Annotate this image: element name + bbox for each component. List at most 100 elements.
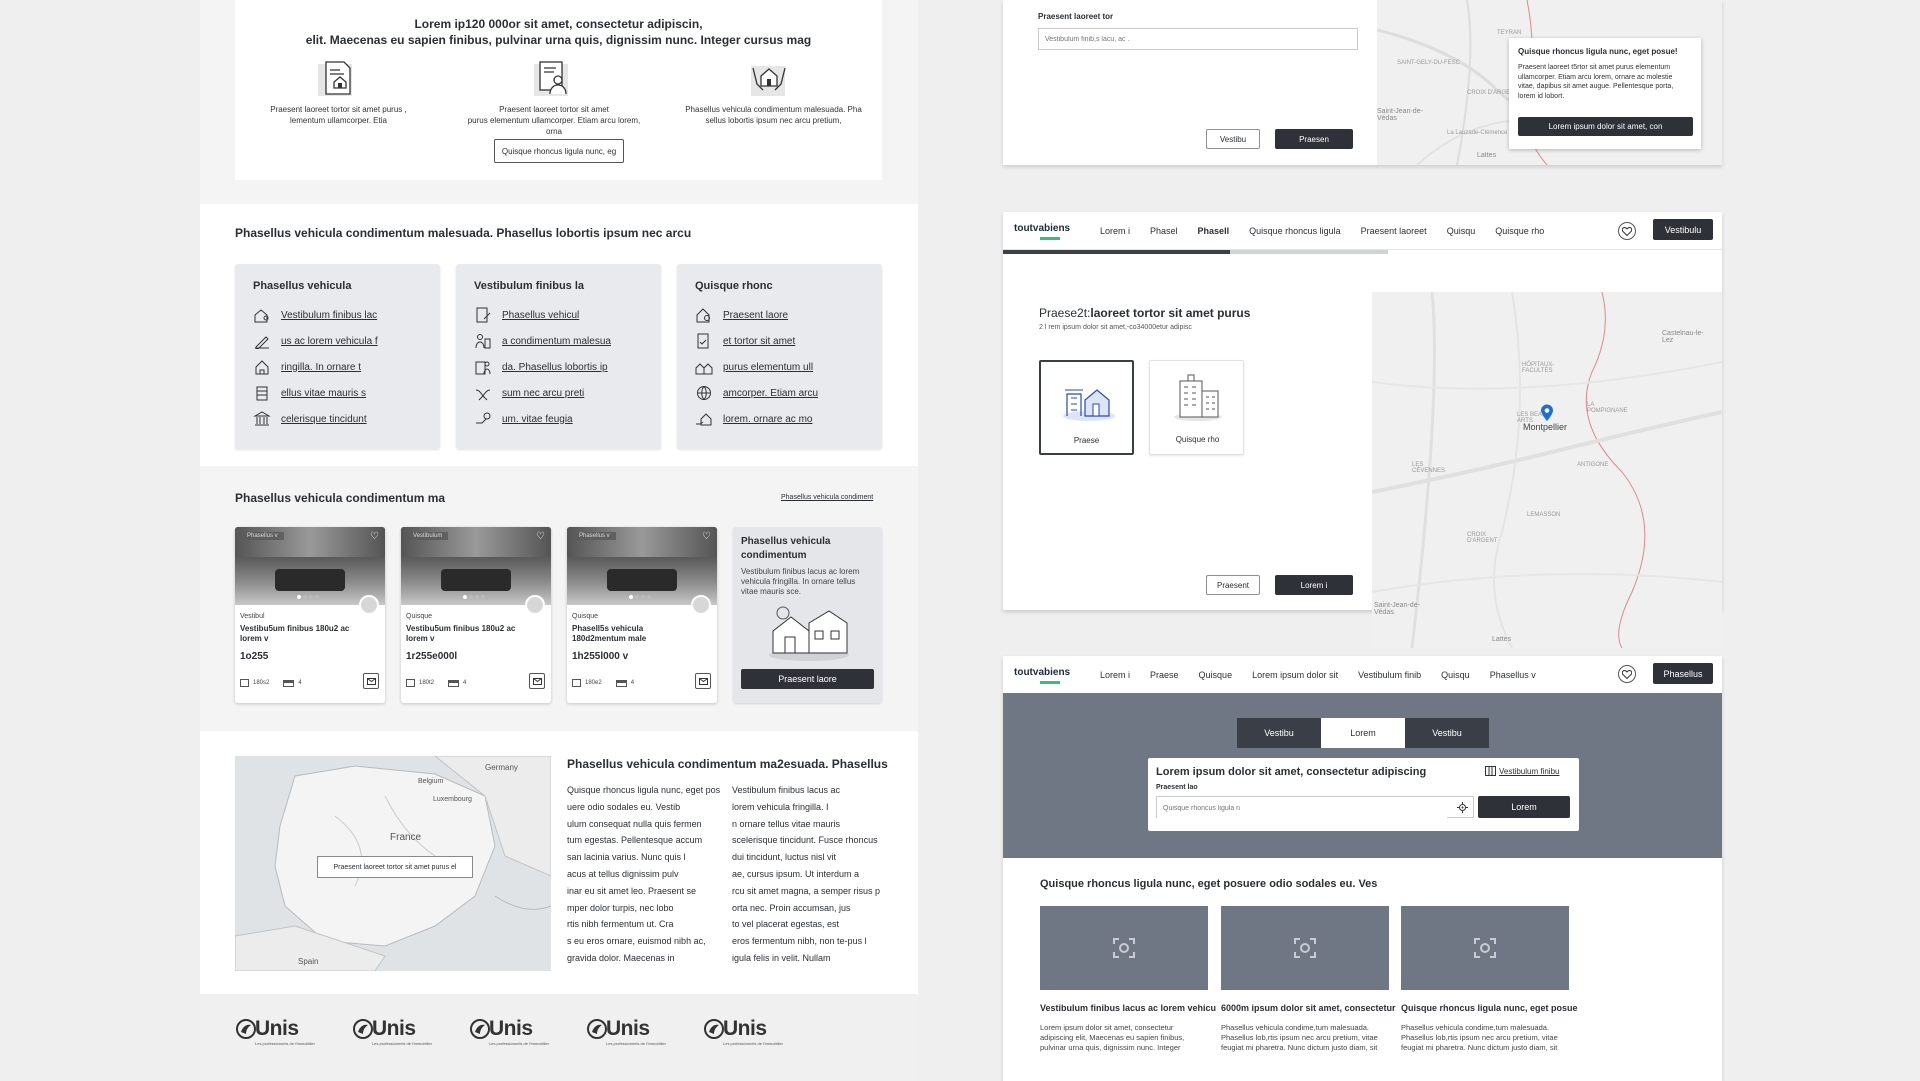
nav-item[interactable]: Lorem i bbox=[1100, 670, 1130, 680]
category-link[interactable]: celerisque tincidunt bbox=[253, 406, 378, 432]
listings-see-all-link[interactable]: Phasellus vehicula condiment bbox=[781, 494, 873, 501]
carousel-dot[interactable] bbox=[635, 595, 639, 599]
favorites-heart-icon[interactable] bbox=[1618, 222, 1636, 240]
category-link[interactable]: purus elementum ull bbox=[695, 354, 818, 380]
property-photo[interactable]: Phasellus v ♡ bbox=[567, 527, 717, 605]
carousel-dot[interactable] bbox=[315, 595, 319, 599]
top-form-map[interactable]: SAINT-GELY-DU-FESC TEYRAN CROIX D'ARGENT… bbox=[1377, 0, 1722, 165]
category-link[interactable]: sum nec arcu preti bbox=[474, 380, 611, 406]
map-text-col2: Vestibulum finibus lacus ac lorem vehicu… bbox=[732, 782, 902, 967]
nav-cta-button[interactable]: Phasellus bbox=[1653, 663, 1713, 684]
top-form-input[interactable] bbox=[1038, 28, 1358, 50]
carousel-dot[interactable] bbox=[303, 595, 307, 599]
category-link[interactable]: et tortor sit amet bbox=[695, 328, 818, 354]
contact-mail-icon[interactable] bbox=[363, 673, 379, 689]
promo-button[interactable]: Praesent laore bbox=[741, 669, 874, 689]
property-photo[interactable]: Vestibulum ♡ bbox=[401, 527, 551, 605]
property-card[interactable]: Phasellus v ♡ Vestibul Vestibu5um finibus 1… bbox=[235, 527, 385, 703]
favorite-heart-icon[interactable]: ♡ bbox=[370, 531, 379, 542]
pen-icon bbox=[255, 336, 269, 349]
nav-item[interactable]: Lorem i bbox=[1100, 226, 1130, 236]
nav-item[interactable]: Praesent laoreet bbox=[1361, 226, 1427, 236]
category-link[interactable]: ringilla. In ornare t bbox=[253, 354, 378, 380]
category-link[interactable]: um. vitae feugia bbox=[474, 406, 611, 432]
search-tab[interactable]: Vestibu bbox=[1405, 718, 1489, 748]
carousel-dot[interactable] bbox=[297, 595, 301, 599]
search-input[interactable] bbox=[1157, 798, 1447, 819]
carousel-dot[interactable] bbox=[309, 595, 313, 599]
category-link[interactable]: us ac lorem vehicula f bbox=[253, 328, 378, 354]
map-label: LA POMPIGNANE bbox=[1587, 402, 1628, 414]
contact-mail-icon[interactable] bbox=[529, 673, 545, 689]
article-card[interactable]: Vestibulum finibus lacus ac lorem vehicu… bbox=[1040, 906, 1216, 1081]
nav-item[interactable]: Quisque rho bbox=[1495, 226, 1544, 236]
nav-item[interactable]: Phasell bbox=[1198, 226, 1230, 236]
popup-button[interactable]: Lorem ipsum dolor sit amet, con bbox=[1518, 117, 1693, 136]
carousel-dot[interactable] bbox=[469, 595, 473, 599]
locate-icon[interactable] bbox=[1457, 802, 1468, 813]
category-card-1-title: Phasellus vehicula bbox=[253, 280, 352, 292]
step-back-button[interactable]: Praesent bbox=[1206, 575, 1260, 595]
nav-item[interactable]: Praese bbox=[1150, 670, 1179, 680]
article-card[interactable]: Quisque rhoncus ligula nunc, eget posue P… bbox=[1401, 906, 1578, 1081]
carousel-dot[interactable] bbox=[475, 595, 479, 599]
carousel-dots[interactable] bbox=[297, 595, 319, 599]
paragraph-line: orta nec. Proin accumsan, jus bbox=[732, 902, 851, 913]
category-link[interactable]: Praesent laore bbox=[695, 302, 818, 328]
search-tab[interactable]: Lorem bbox=[1321, 718, 1405, 748]
property-card[interactable]: Vestibulum ♡ Quisque Vestibu5um finibus 180… bbox=[401, 527, 551, 703]
option-card-apartment[interactable]: Quisque rho bbox=[1149, 360, 1244, 455]
contact-mail-icon[interactable] bbox=[695, 673, 711, 689]
property-card[interactable]: Phasellus v ♡ Quisque Phasell5s vehicula 180… bbox=[567, 527, 717, 703]
top-form-primary-button[interactable]: Praesen bbox=[1275, 129, 1353, 149]
carousel-dot[interactable] bbox=[641, 595, 645, 599]
nav-item[interactable]: Quisqu bbox=[1447, 226, 1476, 236]
carousel-dot[interactable] bbox=[629, 595, 633, 599]
nav-item[interactable]: Quisque bbox=[1199, 670, 1233, 680]
features-cta-button[interactable]: Quisque rhoncus ligula nunc, eg bbox=[494, 139, 624, 163]
favorite-heart-icon[interactable]: ♡ bbox=[702, 531, 711, 542]
option-card-house[interactable]: Praese bbox=[1039, 360, 1134, 455]
nav-item[interactable]: Phasel bbox=[1150, 226, 1178, 236]
brand-logo[interactable]: toutvabiens bbox=[1014, 223, 1070, 240]
carousel-dots[interactable] bbox=[629, 595, 651, 599]
search-submit-button[interactable]: Lorem bbox=[1478, 796, 1570, 818]
search-tab[interactable]: Vestibu bbox=[1237, 718, 1321, 748]
property-photo[interactable]: Phasellus v ♡ bbox=[235, 527, 385, 605]
top-form-secondary-button[interactable]: Vestibu bbox=[1206, 129, 1260, 149]
category-link[interactable]: amcorper. Etiam arcu bbox=[695, 380, 818, 406]
carousel-dots[interactable] bbox=[463, 595, 485, 599]
france-map[interactable]: Germany Belgium Luxembourg France Spain … bbox=[235, 756, 551, 971]
search-advanced-link[interactable]: Vestibulum finibu bbox=[1485, 766, 1559, 776]
option-label: Quisque rho bbox=[1175, 435, 1220, 444]
nav-item[interactable]: Quisqu bbox=[1441, 670, 1470, 680]
feature-3-line2: sellus lobortis ipsum nec arcu pretium, bbox=[705, 116, 842, 125]
nav-item[interactable]: Vestibulum finib bbox=[1358, 670, 1421, 680]
carousel-dot[interactable] bbox=[463, 595, 467, 599]
category-link[interactable]: Vestibulum finibus lac bbox=[253, 302, 378, 328]
category-link[interactable]: Phasellus vehicul bbox=[474, 302, 611, 328]
category-link[interactable]: ellus vitae mauris s bbox=[253, 380, 378, 406]
article-card[interactable]: 6000m ipsum dolor sit amet, consectetur P… bbox=[1221, 906, 1396, 1081]
carousel-dot[interactable] bbox=[481, 595, 485, 599]
map-popup[interactable]: Praesent laoreet tortor sit amet purus e… bbox=[317, 856, 473, 878]
promo-text: Vestibulum finibus lacus ac lorem vehicu… bbox=[741, 567, 859, 597]
document-check-icon bbox=[697, 333, 709, 349]
brand-logo[interactable]: toutvabiens bbox=[1014, 667, 1070, 684]
carousel-dot[interactable] bbox=[647, 595, 651, 599]
step-next-button[interactable]: Lorem i bbox=[1275, 575, 1353, 595]
city-map[interactable]: Castelnau-le-Lez Saint-Jean-de-Védas Lat… bbox=[1372, 292, 1722, 648]
nav-item[interactable]: Quisque rhoncus ligula bbox=[1249, 226, 1341, 236]
categories-title: Phasellus vehicula condimentum malesuada… bbox=[235, 226, 692, 240]
nav-cta-button[interactable]: Vestibulu bbox=[1653, 219, 1713, 240]
nav-items: Lorem i Praese Quisque Lorem ipsum dolor si… bbox=[1100, 656, 1556, 693]
nav-item[interactable]: Lorem ipsum dolor sit bbox=[1252, 670, 1338, 680]
favorites-heart-icon[interactable] bbox=[1618, 665, 1636, 683]
favorite-heart-icon[interactable]: ♡ bbox=[536, 531, 545, 542]
category-link[interactable]: a condimentum malesua bbox=[474, 328, 611, 354]
unis-logo-subtitle: Les professionnels de l'immobilier bbox=[255, 1041, 315, 1046]
category-link-label: um. vitae feugia bbox=[502, 413, 573, 425]
nav-item[interactable]: Phasellus v bbox=[1490, 670, 1536, 680]
category-link[interactable]: da. Phasellus lobortis ip bbox=[474, 354, 611, 380]
category-link[interactable]: lorem. ornare ac mo bbox=[695, 406, 818, 432]
